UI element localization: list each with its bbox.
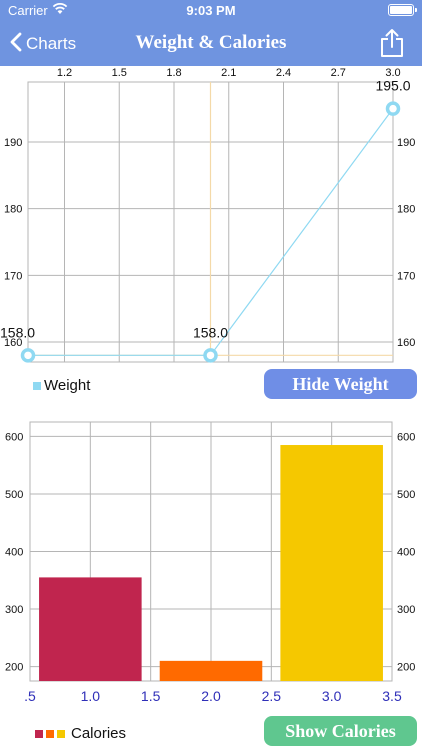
weight-data-label: 158.0 — [193, 324, 228, 340]
y-tick-label-right: 300 — [397, 604, 415, 616]
x-tick-label: 1.2 — [57, 67, 72, 79]
status-bar: Carrier 9:03 PM — [0, 0, 422, 22]
calories-legend-swatches — [35, 729, 68, 738]
x-tick-label: 1.5 — [141, 688, 161, 704]
y-tick-label-left: 500 — [5, 489, 23, 501]
weight-point — [203, 348, 218, 363]
page-title: Weight & Calories — [135, 32, 287, 53]
x-tick-label: 1.8 — [166, 67, 181, 79]
weight-line-chart: 1.2 1.5 1.8 2.1 2.4 2.7 3.01601701801901601701… — [0, 67, 415, 363]
hide-weight-button[interactable]: Hide Weight — [264, 369, 417, 399]
weight-point — [20, 348, 36, 363]
x-tick-label: 3.5 — [382, 688, 402, 704]
calories-bar — [280, 445, 383, 681]
clock: 9:03 PM — [186, 3, 236, 18]
weight-data-label: 195.0 — [375, 78, 410, 94]
battery-icon — [388, 4, 417, 16]
calories-bar — [159, 660, 263, 681]
x-tick-label: 2.5 — [262, 688, 282, 704]
y-tick-label-left: 190 — [4, 137, 22, 149]
show-calories-button[interactable]: Show Calories — [264, 716, 417, 746]
x-tick-label: 2.1 — [221, 67, 236, 79]
y-tick-label-left: 180 — [4, 204, 22, 216]
weight-legend-swatch — [33, 381, 41, 390]
y-tick-label-right: 500 — [397, 489, 415, 501]
x-tick-label: 1.5 — [112, 67, 127, 79]
calories-bar — [39, 577, 142, 681]
y-tick-label-left: 170 — [4, 270, 22, 282]
calories-legend: Calories — [35, 725, 126, 742]
y-tick-label-right: 400 — [397, 547, 415, 559]
x-tick-label: 1.0 — [81, 688, 101, 704]
weight-legend-label: Weight — [44, 377, 91, 394]
calories-bar-chart: .5 1.0 1.5 2.0 2.5 3.0 3.5 200 300 400 500 600 200 30… — [5, 421, 415, 704]
weight-legend: Weight — [33, 377, 90, 394]
y-tick-label-right: 180 — [397, 204, 415, 216]
x-tick-label: .5 — [24, 688, 36, 704]
share-icon[interactable] — [380, 28, 404, 63]
x-tick-label: 2.7 — [331, 67, 346, 79]
y-tick-label-right: 600 — [397, 431, 415, 443]
calories-legend-label: Calories — [71, 725, 127, 742]
y-tick-label-right: 160 — [397, 337, 415, 349]
y-tick-label-left: 400 — [5, 547, 23, 559]
calories-legend-swatch — [57, 729, 65, 738]
x-tick-label: 2.0 — [201, 688, 221, 704]
y-tick-label-left: 200 — [5, 662, 23, 674]
calories-legend-swatch — [35, 729, 43, 738]
x-tick-label: 2.4 — [276, 67, 291, 79]
weight-data-label: 158.0 — [0, 324, 35, 340]
y-tick-label-left: 300 — [5, 604, 23, 616]
x-tick-label: 3.0 — [322, 688, 342, 704]
weight-point — [385, 101, 401, 116]
y-tick-label-right: 200 — [397, 662, 415, 674]
y-tick-label-right: 170 — [397, 270, 415, 282]
y-tick-label-right: 190 — [397, 137, 415, 149]
y-tick-label-left: 600 — [5, 431, 23, 443]
calories-legend-swatch — [46, 729, 54, 738]
navigation-bar: Charts Weight & Calories — [0, 22, 422, 66]
